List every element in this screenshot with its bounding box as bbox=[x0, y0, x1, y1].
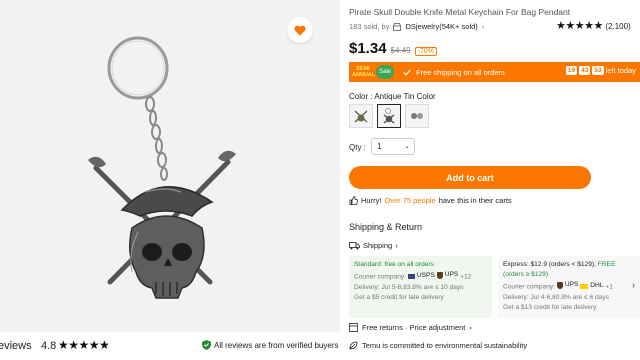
color-swatch-3[interactable] bbox=[405, 104, 429, 128]
product-title: Pirate Skull Double Knife Metal Keychain… bbox=[349, 7, 571, 17]
express-head: Express: $12.9 (orders < $129); FREE bbox=[503, 260, 636, 270]
shipping-link-text: Shipping bbox=[363, 241, 393, 250]
swatch-keychain-thumb bbox=[354, 110, 368, 123]
express-delivery: Delivery: Jul 4-6,80.8% are ≤ 6 days bbox=[503, 293, 609, 301]
quantity-value: 1 bbox=[377, 142, 382, 151]
verified-note: All reviews are from verified buyers bbox=[202, 340, 338, 350]
thumbs-up-icon bbox=[349, 196, 358, 205]
current-price: $1.34 bbox=[349, 40, 387, 57]
standard-carrier1: USPS bbox=[416, 272, 435, 279]
hurry-count: Over 75 people bbox=[384, 196, 436, 205]
express-carriers: Courier company: UPS DHL +1 bbox=[503, 280, 636, 293]
free-shipping-text: Free shipping on all orders bbox=[416, 67, 505, 77]
returns-link[interactable]: Free returns · Price adjustment › bbox=[349, 323, 472, 332]
product-rating-stars: ★★★★★ bbox=[556, 20, 603, 32]
countdown-timer: 19 43 53 left today bbox=[565, 66, 636, 75]
usps-logo-icon bbox=[407, 273, 415, 279]
color-label: Color : Antique Tin Color bbox=[349, 92, 436, 101]
timer-seconds: 53 bbox=[592, 66, 604, 75]
free-shipping-note: Free shipping on all orders bbox=[403, 68, 505, 77]
store-icon bbox=[393, 22, 402, 31]
ups-logo-icon bbox=[436, 271, 443, 279]
qty-label: Qty : bbox=[349, 143, 366, 152]
shipping-section-title: Shipping & Return bbox=[349, 222, 423, 232]
price-row: $1.34 $4.49 -70% bbox=[349, 40, 437, 57]
return-box-icon bbox=[349, 323, 358, 332]
product-rating[interactable]: ★★★★★ (2,100) bbox=[556, 19, 631, 32]
standard-company-label: Courier company: bbox=[354, 273, 407, 281]
chevron-down-icon: ⌄ bbox=[404, 143, 410, 150]
timer-minutes: 43 bbox=[579, 66, 591, 75]
returns-text: Free returns · Price adjustment bbox=[362, 323, 466, 332]
shield-check-icon bbox=[202, 340, 211, 350]
seller-meta: 183 sold, by DSjewelry(54K+ sold) › bbox=[349, 22, 484, 31]
shipping-link[interactable]: Shipping › bbox=[349, 241, 398, 250]
shipping-chevron-icon: › bbox=[395, 241, 398, 250]
rating-score: 4.8 bbox=[41, 340, 57, 352]
express-carrier1: UPS bbox=[564, 281, 579, 288]
discount-badge: -70% bbox=[414, 47, 437, 56]
ups-logo-icon bbox=[556, 281, 563, 289]
sustainability-text: Temu is committed to environmental susta… bbox=[362, 341, 528, 350]
express-carrier2: DHL bbox=[590, 282, 604, 289]
store-link[interactable]: DSjewelry(54K+ sold) bbox=[405, 22, 477, 31]
sold-count: 183 sold, by bbox=[349, 22, 390, 31]
shipping-next-arrow-icon[interactable]: › bbox=[632, 280, 635, 290]
standard-credit: Get a $5 credit for late delivery bbox=[354, 293, 444, 301]
add-to-cart-button[interactable]: Add to cart bbox=[349, 166, 591, 189]
express-more: +1 bbox=[605, 283, 613, 291]
reviews-heading: eviews bbox=[0, 340, 32, 352]
color-swatches bbox=[349, 104, 429, 128]
product-image-panel[interactable] bbox=[0, 0, 340, 332]
swatch-keychain-thumb bbox=[411, 113, 423, 119]
store-chevron-icon: › bbox=[481, 22, 485, 31]
hurry-suffix: have this in their carts bbox=[438, 196, 512, 205]
quantity-select[interactable]: 1 ⌄ bbox=[371, 138, 415, 155]
heart-icon bbox=[294, 25, 306, 35]
dhl-logo-icon bbox=[580, 283, 589, 289]
color-swatch-antique-tin[interactable] bbox=[377, 104, 401, 128]
express-company-label: Courier company: bbox=[503, 283, 556, 291]
product-image bbox=[88, 36, 236, 299]
express-credit: Get a $13 credit for late delivery bbox=[503, 303, 597, 311]
cart-urgency-note: Hurry! Over 75 people have this in their… bbox=[349, 196, 512, 205]
returns-chevron-icon: › bbox=[469, 323, 472, 332]
check-icon bbox=[403, 69, 411, 76]
event-label-line2: ANNUAL bbox=[352, 72, 376, 78]
promo-bar: SEMI ANNUAL Sale Free shipping on all or… bbox=[349, 62, 640, 82]
swatch-keychain-thumb bbox=[383, 108, 395, 124]
original-price: $4.49 bbox=[390, 46, 411, 55]
standard-carriers: Courier company: USPS UPS +12 bbox=[354, 270, 487, 283]
hurry-prefix: Hurry! bbox=[361, 196, 382, 205]
standard-delivery: Delivery: Jul 5-8,83.8% are ≤ 10 days bbox=[354, 283, 464, 291]
truck-icon bbox=[349, 241, 360, 249]
standard-shipping-card[interactable]: Standard: free on all orders Courier com… bbox=[349, 256, 492, 318]
standard-more: +12 bbox=[460, 273, 472, 281]
favorite-button[interactable] bbox=[287, 17, 313, 43]
express-head-prefix: Express: $12.9 (orders < $129); bbox=[503, 261, 596, 268]
rating-stars: ★★★★★ bbox=[58, 338, 110, 352]
reviews-summary: eviews 4.8 ★★★★★ All reviews are from ve… bbox=[0, 334, 340, 360]
product-details: Pirate Skull Double Knife Metal Keychain… bbox=[349, 0, 640, 360]
leaf-icon bbox=[349, 341, 358, 350]
event-label: SEMI ANNUAL bbox=[352, 66, 376, 78]
standard-carrier2: UPS bbox=[444, 271, 459, 278]
express-head-free: FREE bbox=[597, 261, 616, 268]
color-swatch-1[interactable] bbox=[349, 104, 373, 128]
express-head-suffix: (orders ≥ $129) bbox=[503, 271, 549, 278]
left-today-text: left today bbox=[605, 66, 636, 75]
product-rating-count: (2,100) bbox=[605, 22, 631, 31]
timer-hours: 19 bbox=[565, 66, 578, 75]
express-shipping-card[interactable]: Express: $12.9 (orders < $129); FREE (or… bbox=[498, 256, 640, 318]
sale-badge: Sale bbox=[376, 65, 394, 79]
standard-head: Standard: free on all orders bbox=[354, 261, 434, 268]
verified-text: All reviews are from verified buyers bbox=[214, 340, 339, 350]
sustainability-note[interactable]: Temu is committed to environmental susta… bbox=[349, 341, 527, 350]
